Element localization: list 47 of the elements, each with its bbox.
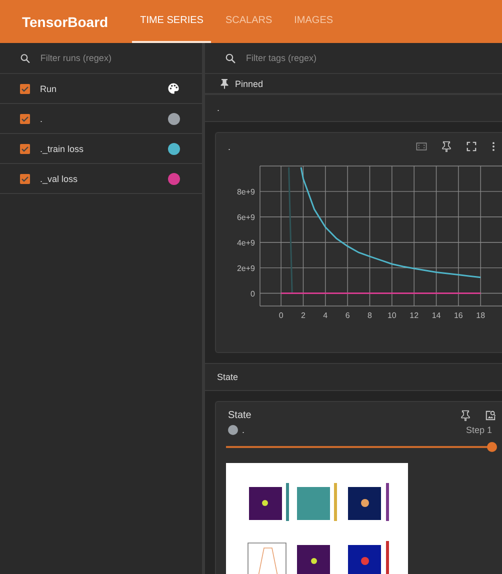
pin-icon <box>220 78 229 89</box>
x-tick-label: 2 <box>301 311 306 320</box>
x-tick-label: 16 <box>454 311 463 320</box>
x-tick-label: 18 <box>476 311 486 320</box>
y-tick-label: 4e+9 <box>236 238 255 248</box>
search-icon <box>20 52 30 64</box>
x-tick-label: 6 <box>345 311 350 320</box>
run-color-dot[interactable] <box>168 112 180 124</box>
run-color-dot[interactable] <box>168 142 180 154</box>
checkbox[interactable] <box>20 144 30 154</box>
run-color-dot[interactable] <box>168 172 180 184</box>
y-tick-label: 8e+9 <box>236 187 255 196</box>
card-title: State <box>228 410 252 421</box>
run-column-label: Run <box>40 84 58 94</box>
search-icon <box>225 52 236 64</box>
card-title: . <box>228 142 232 152</box>
pin-icon[interactable] <box>460 410 471 421</box>
fullscreen-icon[interactable] <box>466 141 477 152</box>
x-tick-label: 0 <box>278 311 284 320</box>
x-tick-label: 4 <box>323 311 328 320</box>
x-tick-label: 14 <box>432 311 441 320</box>
run-name: ._val loss <box>40 174 79 184</box>
x-tick-label: 10 <box>387 311 396 320</box>
y-tick-label: 0 <box>250 289 255 298</box>
run-name: . <box>40 114 44 124</box>
checkbox[interactable] <box>20 174 30 184</box>
step-label: Step 1 <box>466 425 492 435</box>
run-name: . <box>242 425 246 435</box>
group-title[interactable]: State <box>217 372 238 382</box>
more-icon[interactable] <box>491 141 496 152</box>
nav-tab[interactable]: SCALARS <box>217 0 280 43</box>
palette-icon[interactable] <box>167 82 180 95</box>
pin-icon[interactable] <box>441 141 452 152</box>
filter-runs-field[interactable]: Filter runs (regex) <box>38 52 194 64</box>
x-tick-label: 12 <box>410 311 419 320</box>
checkbox[interactable] <box>20 84 30 94</box>
x-tick-label: 8 <box>368 311 372 320</box>
nav-tab[interactable]: IMAGES <box>286 0 342 43</box>
app-title: TensorBoard <box>22 14 108 30</box>
y-tick-label: 2e+9 <box>236 264 255 273</box>
fit-domain-icon[interactable] <box>416 141 427 152</box>
image-search-icon[interactable] <box>485 410 496 421</box>
checkbox[interactable] <box>20 114 30 124</box>
run-name: ._train loss <box>40 144 85 154</box>
y-tick-label: 6e+9 <box>236 212 255 222</box>
pinned-label: Pinned <box>235 78 264 88</box>
group-title[interactable]: . <box>217 103 220 113</box>
